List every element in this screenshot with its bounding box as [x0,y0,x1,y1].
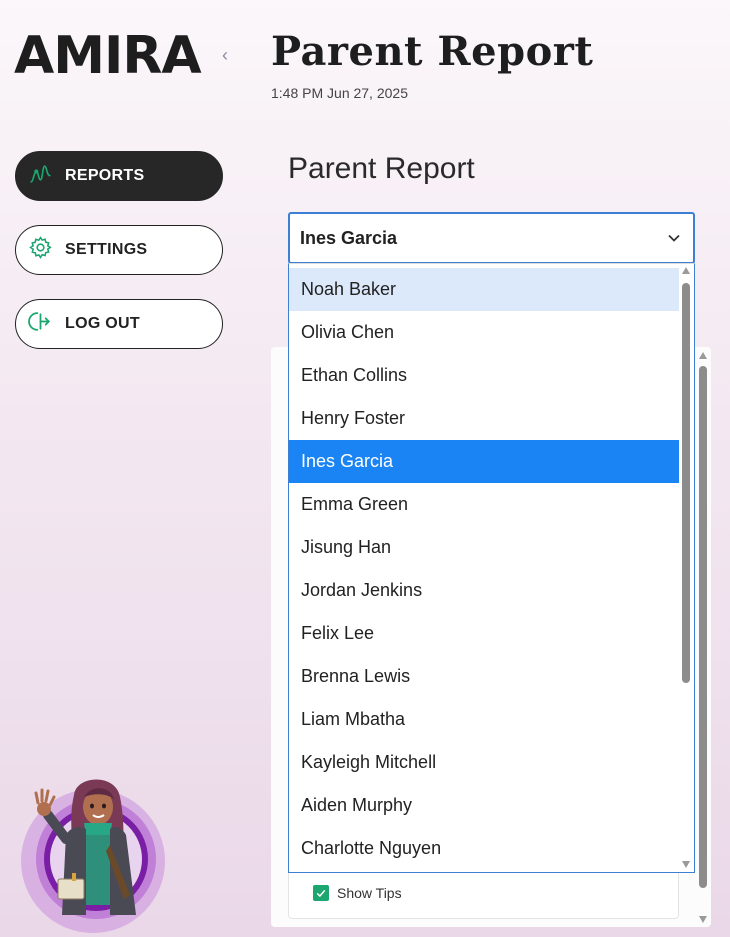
student-option[interactable]: Emma Green [289,483,679,526]
nav-settings-button[interactable]: SETTINGS [15,225,223,275]
dropdown-scrollbar[interactable] [679,264,693,872]
amira-logo: AMIRA [14,30,234,82]
student-option[interactable]: Brenna Lewis [289,655,679,698]
nav-logout-label: LOG OUT [65,315,140,332]
dropdown-scroll-down-icon[interactable] [682,861,690,868]
student-option[interactable]: Liam Mbatha [289,698,679,741]
panel-scroll-thumb[interactable] [699,366,707,888]
student-option[interactable]: Olivia Chen [289,311,679,354]
student-option[interactable]: Jisung Han [289,526,679,569]
nav-logout-button[interactable]: LOG OUT [15,299,223,349]
nav-settings-label: SETTINGS [65,241,148,258]
student-option[interactable]: Aiden Murphy [289,784,679,827]
student-option[interactable]: Noah Baker [289,268,679,311]
nav-reports-button[interactable]: REPORTS [15,151,223,201]
logout-icon [28,309,53,339]
nav-reports-label: REPORTS [65,167,145,184]
amira-avatar [14,775,172,933]
student-dropdown-list[interactable]: Noah Baker Olivia Chen Ethan Collins Hen… [288,263,695,873]
student-option[interactable]: Kayleigh Mitchell [289,741,679,784]
chevron-down-icon [668,234,680,242]
section-title: Parent Report [288,152,475,185]
page-title: Parent Report [271,28,594,75]
student-option-selected[interactable]: Ines Garcia [289,440,679,483]
scroll-down-arrow-icon[interactable] [699,916,707,923]
show-tips-label: Show Tips [337,885,402,901]
panel-scrollbar[interactable] [696,349,710,927]
student-option[interactable]: Felix Lee [289,612,679,655]
student-option[interactable]: Jordan Jenkins [289,569,679,612]
dropdown-scroll-thumb[interactable] [682,283,690,683]
report-timestamp: 1:48 PM Jun 27, 2025 [271,85,408,101]
gear-icon [28,235,53,265]
student-select-value: Ines Garcia [300,227,398,248]
chart-line-icon [28,161,53,191]
student-option[interactable]: Charlotte Nguyen [289,827,679,870]
checkmark-icon [316,889,326,898]
student-option[interactable]: Henry Foster [289,397,679,440]
scroll-up-arrow-icon[interactable] [699,352,707,359]
logo-text: AMIRA [14,26,202,86]
student-option[interactable]: Ethan Collins [289,354,679,397]
collapse-sidebar-icon[interactable]: ‹ [222,46,228,64]
show-tips-checkbox[interactable] [313,885,329,901]
dropdown-scroll-up-icon[interactable] [682,267,690,274]
student-select[interactable]: Ines Garcia [288,212,695,264]
